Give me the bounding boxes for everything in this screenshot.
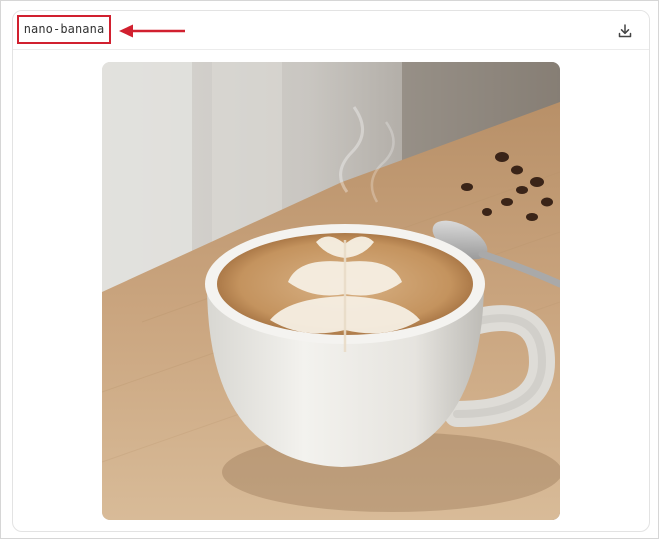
download-icon: [618, 24, 632, 38]
generated-image[interactable]: [102, 62, 560, 520]
screenshot-frame: nano-banana: [0, 0, 659, 539]
card-header: nano-banana: [13, 11, 649, 50]
model-name-label: nano-banana: [17, 15, 111, 44]
download-button[interactable]: [614, 20, 636, 42]
arrow-left-icon: [119, 24, 185, 38]
generated-image-card: nano-banana: [12, 10, 650, 532]
latte-photo: [102, 62, 560, 520]
